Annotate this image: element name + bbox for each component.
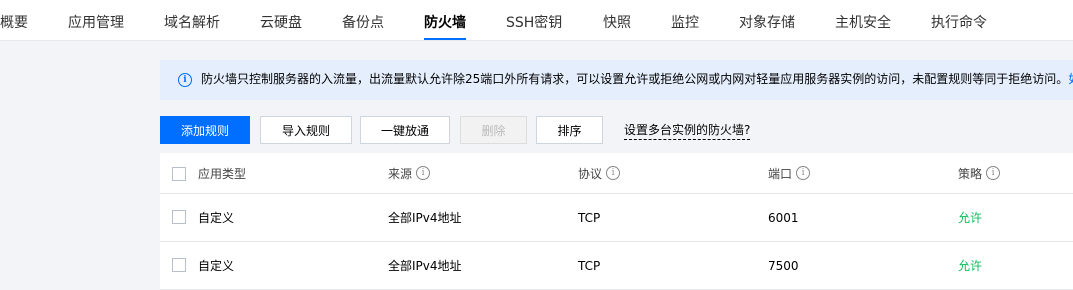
- tab-firewall[interactable]: 防火墙: [424, 0, 466, 40]
- info-icon: i: [178, 73, 192, 87]
- row-checkbox[interactable]: [172, 210, 186, 224]
- tab-ssh-keys[interactable]: SSH密钥: [506, 0, 562, 40]
- sort-button[interactable]: 排序: [536, 116, 603, 144]
- header-app-type-label: 应用类型: [198, 166, 247, 181]
- add-rule-button[interactable]: 添加规则: [160, 116, 250, 144]
- tab-app-management[interactable]: 应用管理: [68, 0, 124, 40]
- tab-domain-resolution[interactable]: 域名解析: [164, 0, 220, 40]
- header-protocol: 协议 i: [578, 153, 621, 193]
- cell-protocol: TCP: [578, 210, 601, 225]
- table-row: 自定义 全部IPv4地址 TCP 7500 允许: [160, 242, 1073, 290]
- tab-object-storage[interactable]: 对象存储: [739, 0, 795, 40]
- tab-overview[interactable]: 概要: [0, 0, 28, 40]
- delete-button[interactable]: 删除: [460, 116, 527, 144]
- header-policy-label: 策略: [958, 166, 983, 181]
- notice-message: 防火墙只控制服务器的入流量，出流量默认允许除25端口外所有请求，可以设置允许或拒…: [201, 72, 1069, 86]
- cell-protocol: TCP: [578, 258, 601, 273]
- tab-backup-points[interactable]: 备份点: [342, 0, 384, 40]
- header-port-label: 端口: [768, 166, 793, 181]
- protocol-info-icon[interactable]: i: [606, 166, 621, 180]
- cell-policy: 允许: [958, 259, 983, 273]
- multi-instance-firewall-label: 设置多台实例的防火墙?: [624, 123, 751, 140]
- tab-cloud-disk[interactable]: 云硬盘: [260, 0, 302, 40]
- cell-app-type: 自定义: [198, 259, 235, 273]
- one-click-open-button[interactable]: 一键放通: [360, 116, 450, 144]
- header-protocol-label: 协议: [578, 166, 603, 181]
- tab-snapshots[interactable]: 快照: [603, 0, 631, 40]
- header-source: 来源 i: [388, 153, 431, 193]
- tab-bar: 概要 应用管理 域名解析 云硬盘 备份点 防火墙 SSH密钥 快照 监控 对象存…: [0, 0, 1073, 41]
- tab-run-command[interactable]: 执行命令: [931, 0, 987, 40]
- cell-port: 7500: [768, 258, 799, 273]
- cell-port: 6001: [768, 210, 799, 225]
- notice-link[interactable]: 如: [1068, 72, 1073, 86]
- source-info-icon[interactable]: i: [416, 166, 431, 180]
- cell-source: 全部IPv4地址: [388, 259, 462, 273]
- header-app-type: 应用类型: [198, 153, 246, 193]
- port-info-icon[interactable]: i: [796, 166, 811, 180]
- firewall-notice: i 防火墙只控制服务器的入流量，出流量默认允许除25端口外所有请求，可以设置允许…: [160, 60, 1073, 100]
- cell-app-type: 自定义: [198, 211, 235, 225]
- firewall-rules-table: 应用类型 来源 i 协议 i 端口 i 策略 i 自定义 全部IPv4地址 TCP 60…: [160, 153, 1073, 290]
- cell-policy: 允许: [958, 211, 983, 225]
- header-port: 端口 i: [768, 153, 811, 193]
- cell-source: 全部IPv4地址: [388, 211, 462, 225]
- policy-info-icon[interactable]: i: [986, 166, 1001, 180]
- tab-host-security[interactable]: 主机安全: [835, 0, 891, 40]
- header-source-label: 来源: [388, 166, 413, 181]
- notice-text: 防火墙只控制服务器的入流量，出流量默认允许除25端口外所有请求，可以设置允许或拒…: [201, 60, 1073, 98]
- table-header: 应用类型 来源 i 协议 i 端口 i 策略 i: [160, 153, 1073, 194]
- tab-monitoring[interactable]: 监控: [671, 0, 699, 40]
- row-checkbox[interactable]: [172, 258, 186, 272]
- multi-instance-firewall-link[interactable]: 设置多台实例的防火墙?: [624, 116, 751, 144]
- table-row: 自定义 全部IPv4地址 TCP 6001 允许: [160, 194, 1073, 242]
- header-policy: 策略 i: [958, 153, 1001, 193]
- select-all-checkbox[interactable]: [172, 167, 186, 181]
- import-rules-button[interactable]: 导入规则: [260, 116, 352, 144]
